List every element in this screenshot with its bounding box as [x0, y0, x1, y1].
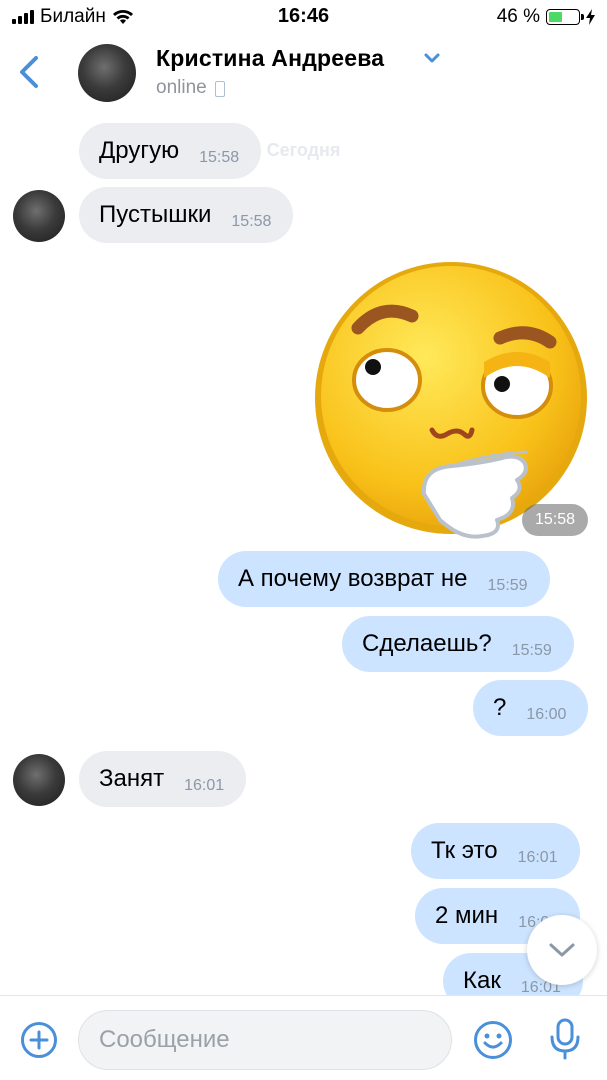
- composer-bar: [0, 995, 607, 1080]
- add-attachment-icon[interactable]: [20, 1021, 58, 1059]
- scroll-to-bottom-button[interactable]: [527, 915, 597, 985]
- message-time: 16:01: [184, 777, 225, 794]
- thinking-face-sticker[interactable]: [312, 258, 592, 544]
- message-bubble[interactable]: Другую 15:58: [79, 123, 262, 179]
- message-bubble[interactable]: А почему возврат не 15:59: [218, 551, 550, 607]
- message-time: 15:58: [199, 149, 240, 166]
- emoji-smile-icon[interactable]: [473, 1020, 513, 1060]
- message-text: Другую: [99, 137, 180, 164]
- charging-icon: [586, 9, 595, 25]
- status-bar: Билайн 16:46 46 %: [0, 0, 607, 34]
- message-bubble[interactable]: Пустышки 15:58: [79, 187, 294, 243]
- status-right: 46 %: [497, 6, 595, 28]
- message-bubble[interactable]: ? 16:00: [473, 680, 589, 736]
- sticker-time: 15:58: [522, 504, 588, 536]
- mobile-phone-icon: [214, 81, 225, 97]
- contact-name[interactable]: Кристина Андреева: [156, 45, 384, 72]
- sender-avatar[interactable]: [13, 754, 65, 806]
- message-bubble[interactable]: Занят 16:01: [79, 751, 247, 807]
- microphone-icon[interactable]: [548, 1017, 582, 1061]
- message-text: Сделаешь?: [362, 630, 492, 657]
- status-text: online: [156, 77, 207, 98]
- message-time: 16:00: [526, 706, 567, 723]
- message-text: ?: [493, 694, 507, 721]
- message-time: 15:59: [511, 642, 552, 659]
- sender-avatar[interactable]: [13, 190, 65, 242]
- chat-header: Кристина Андреева online: [0, 34, 607, 112]
- chevron-down-icon: [549, 943, 575, 957]
- chevron-down-icon[interactable]: [423, 52, 441, 64]
- message-text: Как: [463, 967, 501, 994]
- battery-percent: 46 %: [496, 6, 540, 27]
- back-chevron-icon[interactable]: [14, 52, 44, 92]
- message-bubble[interactable]: Тк это 16:01: [411, 823, 580, 879]
- message-bubble[interactable]: Сделаешь? 15:59: [342, 616, 574, 672]
- contact-avatar[interactable]: [78, 44, 136, 102]
- message-time: 15:58: [231, 213, 272, 230]
- message-time: 16:01: [517, 849, 558, 866]
- contact-status: online: [156, 77, 225, 99]
- message-text: Пустышки: [99, 201, 212, 228]
- battery-icon: [546, 9, 584, 25]
- message-text: Занят: [99, 765, 165, 792]
- message-time: 15:59: [487, 577, 528, 594]
- message-text: А почему возврат не: [238, 565, 468, 592]
- message-input[interactable]: [78, 1010, 452, 1070]
- message-text: 2 мин: [435, 902, 499, 929]
- message-text: Тк это: [431, 837, 498, 864]
